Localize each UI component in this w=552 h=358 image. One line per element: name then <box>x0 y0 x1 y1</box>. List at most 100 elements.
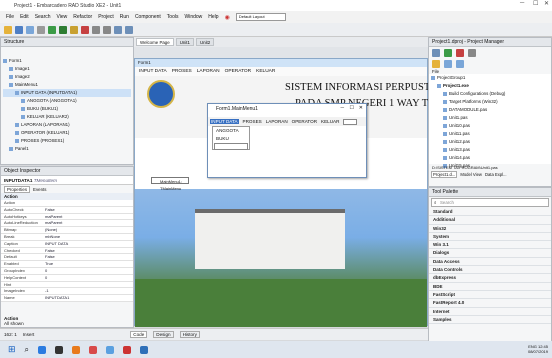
property-row[interactable]: Default False <box>1 254 133 262</box>
menu-project[interactable]: Project <box>98 14 114 20</box>
property-row[interactable]: Hint <box>1 282 133 289</box>
structure-item[interactable]: MainMenu1 <box>3 81 131 89</box>
palette-category[interactable]: Standard <box>429 208 551 217</box>
property-value[interactable]: maParent <box>43 220 133 226</box>
property-row[interactable]: Break mbNone <box>1 234 133 241</box>
trace-into-icon[interactable] <box>103 25 111 34</box>
project-item[interactable]: Unit14.pas <box>431 154 549 162</box>
menu-run[interactable]: Run <box>120 14 129 20</box>
property-row[interactable]: HelpContext 0 <box>1 275 133 282</box>
options-icon[interactable] <box>468 49 476 57</box>
tab-properties[interactable]: Properties <box>4 185 31 193</box>
property-row[interactable]: AutoCheck False <box>1 207 133 214</box>
step-over-icon[interactable] <box>92 25 100 34</box>
property-value[interactable]: (None) <box>43 227 133 233</box>
palette-category[interactable]: Dialogs <box>429 249 551 258</box>
word-icon[interactable] <box>140 345 149 354</box>
tab-design[interactable]: Design <box>153 331 174 338</box>
tab-unit1[interactable]: Unit1 <box>175 38 194 46</box>
form-menu-operator[interactable]: OPERATOR <box>225 69 251 74</box>
tab-code[interactable]: Code <box>130 331 148 338</box>
menu-edit[interactable]: Edit <box>20 14 29 20</box>
edge-icon[interactable] <box>38 345 47 354</box>
palette-search-input[interactable]: ⌕ Search <box>431 198 549 207</box>
form-menu-keluar[interactable]: KELUAR <box>256 69 275 74</box>
menu-tools[interactable]: Tools <box>167 14 179 20</box>
project-item[interactable]: Target Platforms (Win32) <box>431 98 549 106</box>
designer-menu-keluar[interactable]: KELUAR <box>321 119 339 124</box>
tab-model-view[interactable]: Model View <box>460 172 482 177</box>
close-icon[interactable]: ✕ <box>359 105 363 111</box>
search-taskbar-icon[interactable]: ⌕ <box>25 345 29 355</box>
property-row[interactable]: Action <box>1 200 133 207</box>
open-icon[interactable] <box>4 25 12 34</box>
tab-data-explorer[interactable]: Data Expl... <box>485 172 507 177</box>
property-row[interactable]: Caption INPUT DATA <box>1 241 133 248</box>
palette-category[interactable]: System <box>429 233 551 242</box>
menu-file[interactable]: File <box>6 14 14 20</box>
property-row[interactable]: Name INPUTDATA1 <box>1 295 133 302</box>
add-icon[interactable] <box>444 49 452 57</box>
new-icon[interactable] <box>37 25 45 34</box>
sync-icon[interactable] <box>432 60 440 68</box>
maximize-button[interactable]: ☐ <box>533 0 538 7</box>
form-menu-laporan[interactable]: LAPORAN <box>197 69 220 74</box>
palette-category[interactable]: FastScript <box>429 291 551 300</box>
property-value[interactable]: False <box>43 248 133 254</box>
property-row[interactable]: Checked False <box>1 248 133 255</box>
structure-item[interactable]: PROSES (PROSES1) <box>3 137 131 145</box>
property-row[interactable]: ImageIndex -1 <box>1 288 133 296</box>
palette-category[interactable]: Data Controls <box>429 266 551 275</box>
structure-item[interactable]: KELUAR (KELUAR2) <box>3 113 131 121</box>
project-item[interactable]: Unit10.pas <box>431 122 549 130</box>
property-value[interactable]: False <box>43 207 133 213</box>
expand-icon[interactable] <box>444 60 452 68</box>
rad-studio-taskbar-icon[interactable] <box>123 345 132 354</box>
structure-item[interactable]: INPUT DATA (INPUTDATA1) <box>3 89 131 97</box>
project-item[interactable]: Project1.exe <box>431 82 549 90</box>
project-item[interactable]: Unit12.pas <box>431 138 549 146</box>
pause-icon[interactable] <box>70 25 78 34</box>
property-value[interactable]: maParent <box>43 214 133 220</box>
designer-menu-laporan[interactable]: LAPORAN <box>266 119 288 124</box>
structure-item[interactable]: BUKU (BUKU1) <box>3 105 131 113</box>
project-item[interactable]: Unit1.pas <box>431 114 549 122</box>
dropdown-item-buku[interactable]: BUKU <box>213 135 249 143</box>
palette-category[interactable]: Data Access <box>429 258 551 267</box>
palette-category[interactable]: Win 3.1 <box>429 241 551 250</box>
save-all-icon[interactable] <box>26 25 34 34</box>
app-icon-1[interactable] <box>72 345 81 354</box>
designer-new-item[interactable] <box>343 118 358 125</box>
inspector-object-select[interactable]: INPUTDATA1 TMenuItem <box>1 176 133 185</box>
structure-item[interactable]: OPERATOR (KELUAR1) <box>3 129 131 137</box>
menu-help[interactable]: Help <box>208 14 218 20</box>
property-value[interactable]: -1 <box>43 288 133 294</box>
project-item[interactable]: ProjectGroup1 <box>431 74 549 82</box>
structure-item[interactable]: LAPORAN (LAPORAN1) <box>3 121 131 129</box>
tab-project[interactable]: Project1.d... <box>431 171 458 178</box>
dropdown-new-item[interactable] <box>214 143 248 150</box>
property-row[interactable]: AutoLineReduction maParent <box>1 220 133 228</box>
palette-category[interactable]: Additional <box>429 216 551 225</box>
tab-events[interactable]: Events <box>33 187 46 192</box>
palette-category[interactable]: BDE <box>429 283 551 291</box>
task-view-icon[interactable] <box>55 345 64 354</box>
property-value[interactable]: False <box>43 254 133 260</box>
menu-window[interactable]: Window <box>184 14 202 20</box>
app-icon-3[interactable] <box>106 345 115 354</box>
structure-item[interactable]: ANGGOTA (ANGGOTA1) <box>3 97 131 105</box>
back-icon[interactable] <box>114 25 122 34</box>
property-row[interactable]: GroupIndex 0 <box>1 268 133 275</box>
property-value[interactable]: mbNone <box>43 234 133 240</box>
layout-select[interactable]: Default Layout <box>235 13 286 21</box>
property-value[interactable]: 0 <box>43 268 133 274</box>
menu-refactor[interactable]: Refactor <box>73 14 92 20</box>
tab-welcome-page[interactable]: Welcome Page <box>136 38 174 46</box>
stop-icon[interactable] <box>81 25 89 34</box>
palette-category[interactable]: Win32 <box>429 225 551 233</box>
menu-view[interactable]: View <box>57 14 68 20</box>
property-value[interactable]: 0 <box>43 275 133 281</box>
project-item[interactable]: Unit13.pas <box>431 146 549 154</box>
palette-category[interactable]: dbExpress <box>429 274 551 283</box>
property-row[interactable]: AutoHotkeys maParent <box>1 214 133 221</box>
